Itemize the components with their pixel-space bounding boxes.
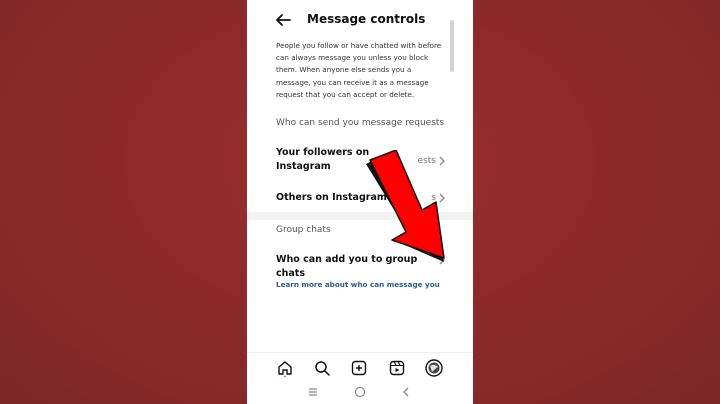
group-chats-label: Group chats xyxy=(276,225,331,235)
search-icon[interactable] xyxy=(313,359,331,377)
followers-row-label: Your followers on Instagram xyxy=(276,147,370,172)
reels-icon[interactable] xyxy=(388,359,406,377)
red-arrow-annotation xyxy=(366,150,445,262)
recents-icon[interactable] xyxy=(306,385,320,399)
create-icon[interactable] xyxy=(350,359,368,377)
page-title: Message controls xyxy=(307,12,426,26)
description-text: People you follow or have chatted with b… xyxy=(276,41,442,99)
home-circle-icon[interactable] xyxy=(353,385,367,399)
bottom-nav xyxy=(247,352,473,383)
home-icon[interactable] xyxy=(276,359,294,377)
system-nav-bar xyxy=(247,380,473,404)
back-arrow-icon[interactable] xyxy=(273,10,293,30)
header: Message controls xyxy=(247,0,473,40)
learn-more-link[interactable]: Learn more about who can message you xyxy=(276,280,440,289)
profile-avatar[interactable] xyxy=(425,359,443,377)
back-chevron-icon[interactable] xyxy=(399,385,413,399)
message-requests-label: Who can send you message requests xyxy=(276,118,445,128)
scrollbar[interactable] xyxy=(450,20,454,72)
